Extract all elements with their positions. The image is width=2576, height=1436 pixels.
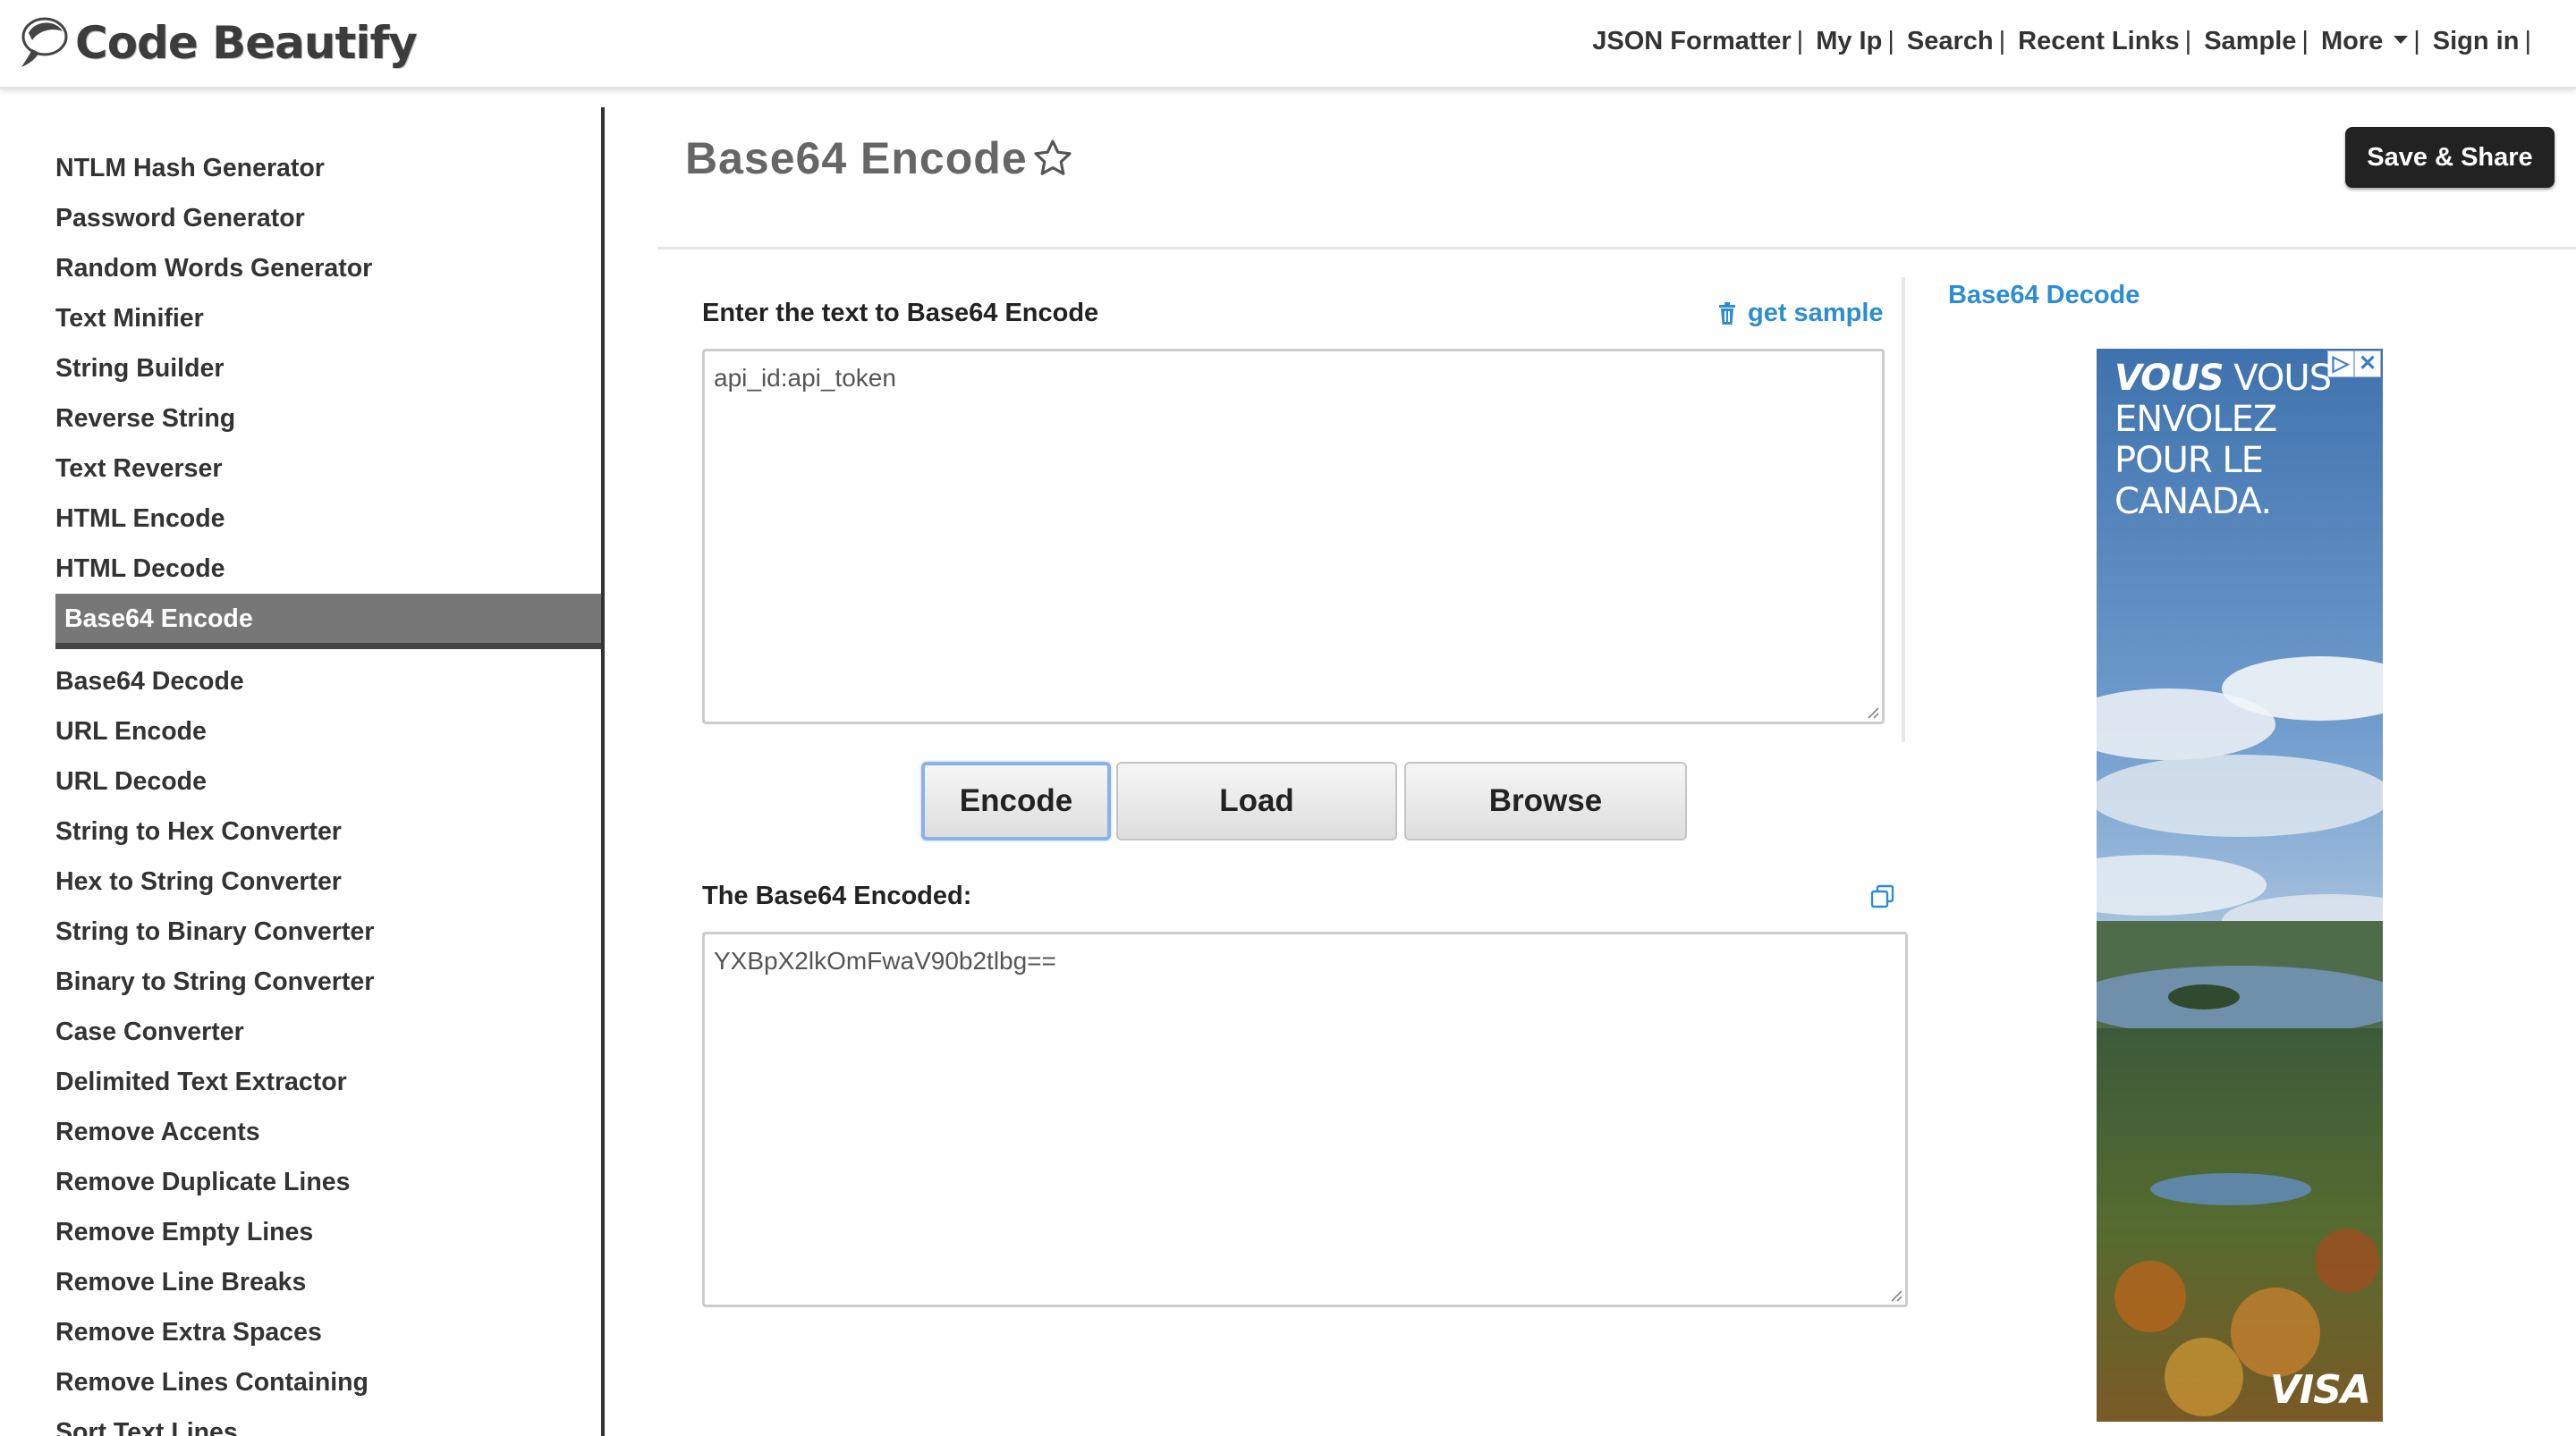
- sidebar-item-case-converter[interactable]: Case Converter: [55, 1007, 601, 1057]
- page-title-text: Base64 Encode: [685, 133, 1028, 183]
- sidebar-item-base64-encode[interactable]: Base64 Encode: [55, 594, 601, 649]
- nav-search[interactable]: Search: [1907, 27, 1994, 56]
- nav-separator: |: [2524, 27, 2531, 55]
- sidebar-item-remove-accents[interactable]: Remove Accents: [55, 1107, 601, 1157]
- sidebar-item-url-decode[interactable]: URL Decode: [55, 756, 601, 807]
- encode-button[interactable]: Encode: [921, 762, 1111, 840]
- sidebar-item-html-encode[interactable]: HTML Encode: [55, 494, 601, 544]
- sidebar-item-html-decode[interactable]: HTML Decode: [55, 544, 601, 594]
- ad-headline-emphasis: VOUS: [2114, 358, 2224, 399]
- caret-down-icon: [2394, 35, 2409, 44]
- nav-separator: |: [1796, 27, 1804, 55]
- page-title: Base64 Encode: [685, 132, 1074, 184]
- nav-more-label: More: [2320, 27, 2384, 55]
- sidebar-item-url-encode[interactable]: URL Encode: [55, 706, 601, 756]
- browse-button[interactable]: Browse: [1404, 762, 1687, 840]
- sidebar-list: NTLM Hash Generator Password Generator R…: [55, 143, 601, 1436]
- sidebar-item-remove-line-breaks[interactable]: Remove Line Breaks: [55, 1257, 601, 1307]
- sidebar-item-reverse-string[interactable]: Reverse String: [55, 393, 601, 443]
- sidebar-item-text-minifier[interactable]: Text Minifier: [55, 293, 601, 343]
- nav-separator: |: [2413, 27, 2420, 55]
- nav-separator: |: [2184, 27, 2192, 55]
- top-nav: JSON Formatter | My Ip | Search | Recent Li…: [1592, 27, 2544, 56]
- nav-separator: |: [1998, 27, 2006, 55]
- sidebar-item-password-generator[interactable]: Password Generator: [55, 193, 601, 243]
- nav-sample[interactable]: Sample: [2204, 27, 2296, 56]
- sidebar-item-text-reverser[interactable]: Text Reverser: [55, 443, 601, 494]
- trash-icon: [1719, 301, 1735, 325]
- ad-headline: VOUS VOUS ENVOLEZ POUR LE CANADA.: [2114, 358, 2374, 522]
- sidebar-item-hex-to-string[interactable]: Hex to String Converter: [55, 857, 601, 907]
- get-sample-label: get sample: [1748, 299, 1884, 327]
- logo-text: Code Beautify: [75, 17, 418, 69]
- sidebar-item-remove-extra-spaces[interactable]: Remove Extra Spaces: [55, 1307, 601, 1357]
- nav-json-formatter[interactable]: JSON Formatter: [1592, 27, 1791, 56]
- load-button[interactable]: Load: [1116, 762, 1397, 840]
- logo[interactable]: Code Beautify: [18, 11, 418, 75]
- header: Code Beautify JSON Formatter | My Ip | Sea…: [0, 0, 2576, 89]
- ad-brand-logo: VISA: [2269, 1367, 2371, 1413]
- output-text: YXBpX2lkOmFwaV90b2tlbg==: [714, 947, 1056, 975]
- sidebar-item-ntlm-hash-generator[interactable]: NTLM Hash Generator: [55, 143, 601, 193]
- sidebar-item-remove-empty-lines[interactable]: Remove Empty Lines: [55, 1207, 601, 1257]
- sidebar-item-string-to-hex[interactable]: String to Hex Converter: [55, 807, 601, 857]
- sidebar-item-string-to-binary[interactable]: String to Binary Converter: [55, 907, 601, 957]
- nav-sign-in[interactable]: Sign in: [2433, 27, 2520, 56]
- advertisement[interactable]: ▷ ✕ VOUS VOUS ENVOLEZ POUR LE CANADA. VI…: [2097, 349, 2383, 1422]
- input-textarea[interactable]: api_id:api_token: [702, 349, 1885, 724]
- save-share-button[interactable]: Save & Share: [2345, 127, 2555, 188]
- output-textarea[interactable]: YXBpX2lkOmFwaV90b2tlbg==: [702, 932, 1908, 1307]
- nav-more-dropdown[interactable]: More: [2320, 27, 2409, 56]
- nav-separator: |: [1887, 27, 1894, 55]
- sidebar-item-sort-text-lines[interactable]: Sort Text Lines: [55, 1407, 601, 1436]
- star-icon[interactable]: [1031, 137, 1074, 180]
- output-label: The Base64 Encoded:: [702, 882, 972, 910]
- sidebar-item-binary-to-string[interactable]: Binary to String Converter: [55, 957, 601, 1007]
- input-text: api_id:api_token: [714, 364, 896, 392]
- nav-separator: |: [2301, 27, 2309, 55]
- sidebar-item-remove-lines-containing[interactable]: Remove Lines Containing: [55, 1357, 601, 1407]
- sidebar-item-random-words-generator[interactable]: Random Words Generator: [55, 243, 601, 293]
- nav-recent-links[interactable]: Recent Links: [2018, 27, 2180, 56]
- base64-decode-link[interactable]: Base64 Decode: [1948, 281, 2140, 310]
- copy-icon[interactable]: [1869, 883, 1896, 910]
- input-label: Enter the text to Base64 Encode: [702, 299, 1099, 327]
- resize-grip-icon[interactable]: [1888, 1288, 1902, 1302]
- get-sample-link[interactable]: get sample: [1717, 299, 1884, 328]
- nav-my-ip[interactable]: My Ip: [1816, 27, 1882, 56]
- sidebar-item-base64-decode[interactable]: Base64 Decode: [55, 656, 601, 706]
- divider: [657, 247, 2576, 249]
- logo-icon: [21, 17, 68, 67]
- sidebar: NTLM Hash Generator Password Generator R…: [0, 107, 605, 1436]
- column-divider: [1902, 277, 1905, 742]
- sidebar-item-remove-duplicate-lines[interactable]: Remove Duplicate Lines: [55, 1157, 601, 1207]
- sidebar-item-delimited-text-extractor[interactable]: Delimited Text Extractor: [55, 1057, 601, 1107]
- resize-grip-icon[interactable]: [1865, 705, 1879, 719]
- sidebar-item-string-builder[interactable]: String Builder: [55, 343, 601, 393]
